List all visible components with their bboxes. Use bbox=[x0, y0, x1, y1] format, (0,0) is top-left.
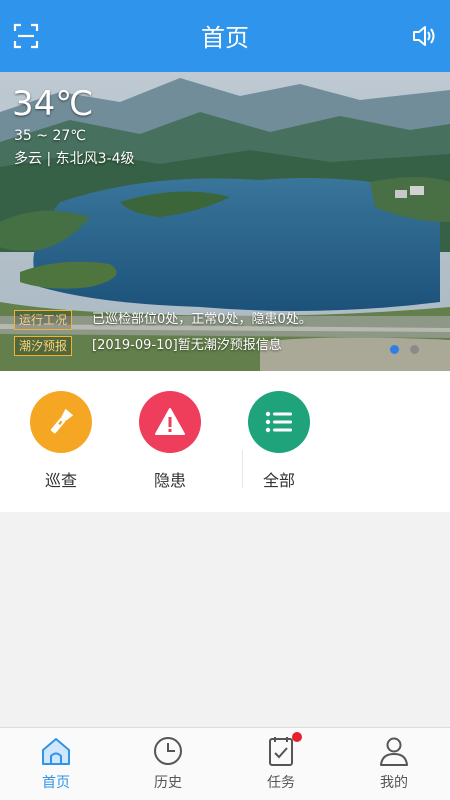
user-icon bbox=[377, 734, 411, 768]
home-icon bbox=[39, 734, 73, 768]
page-title: 首页 bbox=[201, 24, 249, 52]
notice-tag: 运行工况 bbox=[14, 310, 73, 330]
notice-row-tide[interactable]: 潮汐预报 [2019-09-10]暂无潮汐预报信息 bbox=[0, 334, 450, 358]
carousel-dot[interactable] bbox=[410, 345, 419, 354]
notice-text: [2019-09-10]暂无潮汐预报信息 bbox=[92, 338, 282, 353]
notice-text: 已巡检部位0处，正常0处，隐患0处。 bbox=[92, 312, 312, 327]
tab-profile[interactable]: 我的 bbox=[354, 734, 434, 792]
clock-icon bbox=[151, 734, 185, 768]
tab-label: 我的 bbox=[380, 775, 408, 791]
temperature: 34℃ bbox=[12, 84, 94, 124]
tab-home[interactable]: 首页 bbox=[16, 734, 96, 792]
speaker-icon[interactable] bbox=[410, 22, 438, 50]
patrol-button[interactable]: 巡查 bbox=[16, 391, 106, 491]
temperature-range: 35 ~ 27℃ bbox=[14, 128, 86, 144]
flashlight-icon bbox=[30, 391, 92, 453]
notice-tag: 潮汐预报 bbox=[14, 336, 73, 356]
tab-label: 任务 bbox=[267, 775, 295, 791]
warning-icon bbox=[139, 391, 201, 453]
tab-label: 首页 bbox=[42, 775, 70, 791]
tab-history[interactable]: 历史 bbox=[128, 734, 208, 792]
quick-action-label: 巡查 bbox=[44, 471, 77, 490]
notification-badge bbox=[292, 732, 302, 742]
all-button[interactable]: 全部 bbox=[234, 391, 324, 491]
quick-actions-panel: 巡查 隐患 全部 bbox=[0, 371, 450, 512]
carousel-dot-active[interactable] bbox=[390, 345, 399, 354]
list-icon bbox=[248, 391, 310, 453]
app-header: 首页 bbox=[0, 0, 450, 72]
tab-tasks[interactable]: 任务 bbox=[241, 732, 321, 792]
notice-row-operation[interactable]: 运行工况 已巡检部位0处，正常0处，隐患0处。 bbox=[0, 308, 450, 332]
hazard-button[interactable]: 隐患 bbox=[125, 391, 215, 491]
weather-condition: 多云 | 东北风3-4级 bbox=[14, 151, 135, 167]
bottom-tab-bar: 首页 历史 任务 我的 bbox=[0, 727, 450, 800]
tab-label: 历史 bbox=[154, 775, 182, 791]
task-clipboard-icon bbox=[264, 732, 302, 768]
quick-action-label: 隐患 bbox=[153, 471, 186, 490]
quick-action-label: 全部 bbox=[262, 471, 295, 490]
